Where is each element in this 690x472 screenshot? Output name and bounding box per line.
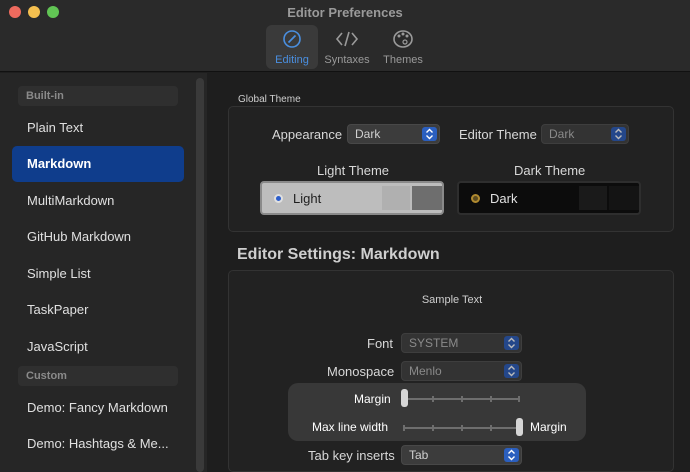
margin-slider-tick — [490, 396, 492, 402]
light-theme-label: Light Theme — [317, 163, 390, 178]
chevron-updown-icon — [504, 364, 519, 378]
window-title: Editor Preferences — [287, 5, 403, 20]
sample-text: Sample Text — [421, 294, 483, 306]
font-popup[interactable]: SYSTEM — [401, 333, 522, 353]
chevron-updown-icon — [611, 127, 626, 141]
light-theme-value: Light — [293, 191, 322, 206]
dark-theme-card[interactable]: Dark — [457, 181, 641, 215]
margin-slider-tick — [518, 396, 520, 402]
chevron-updown-icon — [422, 127, 437, 141]
title-bar: Editor Preferences Editing Syntaxes Them… — [0, 0, 690, 72]
max-line-width-value: Margin — [530, 420, 567, 434]
monospace-popup[interactable]: Menlo — [401, 361, 522, 381]
sidebar-item-javascript[interactable]: JavaScript — [12, 329, 184, 365]
tab-key-popup[interactable]: Tab — [401, 445, 522, 465]
tab-themes[interactable]: Themes — [378, 25, 428, 69]
margin-slider-knob[interactable] — [401, 389, 408, 407]
sidebar-item-simple-list[interactable]: Simple List — [12, 256, 184, 292]
tab-themes-label: Themes — [383, 54, 423, 66]
sidebar-item-plain-text[interactable]: Plain Text — [12, 110, 184, 146]
tab-key-label: Tab key inserts — [308, 448, 395, 463]
monospace-value: Menlo — [409, 364, 442, 378]
tab-editing[interactable]: Editing — [266, 25, 318, 69]
max-line-width-slider-tick — [432, 425, 434, 431]
sidebar-header-builtin: Built-in — [18, 86, 178, 106]
dark-theme-label: Dark Theme — [514, 163, 586, 178]
palette-icon — [378, 29, 428, 53]
sidebar-item-markdown[interactable]: Markdown — [12, 146, 184, 182]
sidebar-header-custom: Custom — [18, 366, 178, 386]
light-theme-card[interactable]: Light — [260, 181, 444, 215]
dark-swatch-2 — [609, 186, 639, 210]
tab-syntaxes[interactable]: Syntaxes — [322, 25, 372, 69]
code-brackets-icon — [322, 29, 372, 53]
pencil-circle-icon — [266, 29, 318, 53]
max-line-width-slider-knob[interactable] — [516, 418, 523, 436]
max-line-width-slider-tick — [461, 425, 463, 431]
tab-key-value: Tab — [409, 448, 429, 462]
sidebar-item-github-markdown[interactable]: GitHub Markdown — [12, 219, 184, 255]
margin-label: Margin — [354, 392, 391, 406]
sidebar-item-demo-fancy-markdown[interactable]: Demo: Fancy Markdown — [12, 390, 184, 426]
font-value: SYSTEM — [409, 336, 459, 350]
dark-swatch-1 — [579, 186, 607, 210]
appearance-value: Dark — [355, 127, 381, 141]
sidebar-item-demo-hashtags[interactable]: Demo: Hashtags & Me... — [12, 426, 184, 462]
monospace-label: Monospace — [327, 364, 395, 379]
dark-theme-value: Dark — [490, 191, 518, 206]
tab-syntaxes-label: Syntaxes — [324, 54, 370, 66]
sidebar-item-multimarkdown[interactable]: MultiMarkdown — [12, 183, 184, 219]
tab-editing-label: Editing — [275, 54, 309, 66]
editor-theme-popup[interactable]: Dark — [541, 124, 629, 144]
chevron-updown-icon — [504, 336, 519, 350]
light-theme-radio[interactable] — [274, 194, 283, 203]
global-theme-label: Global Theme — [238, 94, 301, 105]
max-line-width-slider-tick — [490, 425, 492, 431]
editor-theme-label: Editor Theme — [459, 127, 537, 142]
light-swatch-2 — [412, 186, 442, 210]
chevron-updown-icon — [504, 448, 519, 462]
sidebar-scrollbar[interactable] — [196, 78, 204, 472]
editor-settings-heading: Editor Settings: Markdown — [237, 246, 440, 263]
editor-theme-value: Dark — [549, 127, 575, 141]
max-line-width-slider-tick — [403, 425, 405, 431]
appearance-label: Appearance — [272, 127, 343, 142]
font-label: Font — [367, 336, 394, 351]
light-swatch-1 — [382, 186, 410, 210]
dark-theme-radio[interactable] — [471, 194, 480, 203]
margin-slider-tick — [461, 396, 463, 402]
margin-slider-tick — [432, 396, 434, 402]
appearance-popup[interactable]: Dark — [347, 124, 440, 144]
max-line-width-label: Max line width — [312, 420, 389, 434]
